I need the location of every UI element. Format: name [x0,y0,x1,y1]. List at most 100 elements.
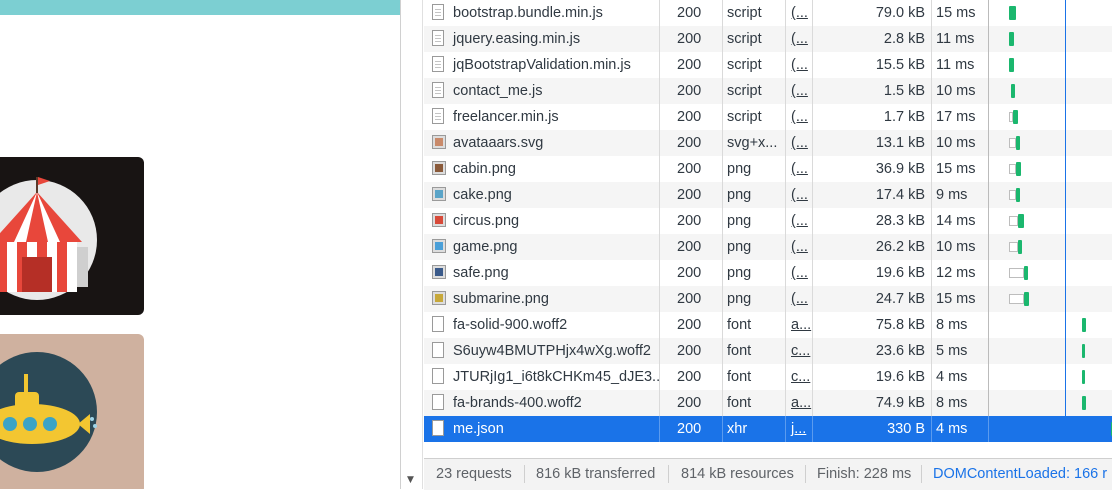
request-status-cell: 200 [660,286,723,312]
waterfall-waiting-bar [1009,242,1018,252]
request-row[interactable]: freelancer.min.js 200 script (... 1.7 kB 17 m… [424,104,1112,130]
waterfall-receive-bar [1016,136,1020,150]
request-name: cabin.png [453,161,516,177]
request-time-cell: 10 ms [932,130,989,156]
request-status-cell: 200 [660,182,723,208]
waterfall-waiting-bar [1009,294,1024,304]
request-size-cell: 23.6 kB [813,338,932,364]
request-initiator-cell: c... [786,338,813,364]
waterfall-domcontentloaded-line [1065,0,1066,442]
request-row[interactable]: cabin.png 200 png (... 36.9 kB 15 ms [424,156,1112,182]
request-time-cell: 11 ms [932,26,989,52]
summary-resources: 814 kB resources [681,466,794,482]
request-name: avataaars.svg [453,135,544,151]
request-time-cell: 12 ms [932,260,989,286]
summary-divider [668,465,669,483]
request-status-cell: 200 [660,312,723,338]
request-initiator-cell: (... [786,286,813,312]
waterfall-receive-bar [1009,6,1016,20]
request-row[interactable]: avataaars.svg 200 svg+x... (... 13.1 kB 10 ms [424,130,1112,156]
request-row[interactable]: JTURjIg1_i6t8kCHKm45_dJE3... 200 font c... 1… [424,364,1112,390]
request-size-cell: 1.7 kB [813,104,932,130]
cabin-image-icon [432,161,446,175]
vertical-scrollbar[interactable]: ▼ [401,0,423,489]
request-row[interactable]: jquery.easing.min.js 200 script (... 2.8 kB 1… [424,26,1112,52]
request-row[interactable]: fa-brands-400.woff2 200 font a... 74.9 kB 8 m… [424,390,1112,416]
request-row[interactable]: me.json 200 xhr j... 330 B4 ms [424,416,1112,442]
summary-finish: Finish: 228 ms [817,466,912,482]
request-status-cell: 200 [660,416,723,442]
request-time-cell: 9 ms [932,182,989,208]
request-waterfall-cell [989,234,1112,260]
request-name: cake.png [453,187,512,203]
waterfall-waiting-bar [1009,216,1018,226]
request-status-cell: 200 [660,0,723,26]
request-row[interactable]: contact_me.js 200 script (... 1.5 kB 10 ms [424,78,1112,104]
request-name-cell: cake.png [424,182,660,208]
circus-tent-image [0,177,97,300]
request-type-cell: script [723,0,786,26]
request-row[interactable]: safe.png 200 png (... 19.6 kB 12 ms [424,260,1112,286]
request-name-cell: me.json [424,416,660,442]
request-row[interactable]: game.png 200 png (... 26.2 kB 10 ms [424,234,1112,260]
request-type-cell: png [723,156,786,182]
request-type-cell: png [723,260,786,286]
request-type-cell: font [723,364,786,390]
request-status-cell: 200 [660,26,723,52]
request-size-cell: 330 B [813,416,932,442]
request-name-cell: contact_me.js [424,78,660,104]
request-time-cell: 15 ms [932,0,989,26]
request-status-cell: 200 [660,234,723,260]
request-row[interactable]: circus.png 200 png (... 28.3 kB 14 ms [424,208,1112,234]
request-waterfall-cell [989,364,1112,390]
request-initiator-cell: (... [786,26,813,52]
request-name-cell: submarine.png [424,286,660,312]
scroll-down-arrow-icon[interactable]: ▼ [407,475,414,485]
request-row[interactable]: jqBootstrapValidation.min.js 200 script (..… [424,52,1112,78]
request-name-cell: jquery.easing.min.js [424,26,660,52]
waterfall-receive-bar [1013,110,1018,124]
request-row[interactable]: bootstrap.bundle.min.js 200 script (... 79.0… [424,0,1112,26]
waterfall-receive-bar [1018,214,1024,228]
request-waterfall-cell [989,260,1112,286]
request-size-cell: 79.0 kB [813,0,932,26]
request-name-cell: avataaars.svg [424,130,660,156]
request-waterfall-cell [989,182,1112,208]
request-row[interactable]: cake.png 200 png (... 17.4 kB 9 ms [424,182,1112,208]
request-type-cell: script [723,26,786,52]
waterfall-waiting-bar [1009,268,1024,278]
request-row[interactable]: fa-solid-900.woff2 200 font a... 75.8 kB 8 ms [424,312,1112,338]
script-file-icon [432,82,444,98]
request-status-cell: 200 [660,208,723,234]
request-size-cell: 74.9 kB [813,390,932,416]
request-size-cell: 13.1 kB [813,130,932,156]
request-type-cell: png [723,182,786,208]
font-file-icon [432,342,444,358]
request-name: safe.png [453,265,509,281]
request-initiator-cell: (... [786,52,813,78]
request-name: contact_me.js [453,83,543,99]
request-row[interactable]: S6uyw4BMUTPHjx4wXg.woff2 200 font c... 23.6 … [424,338,1112,364]
request-time-cell: 15 ms [932,156,989,182]
request-name: JTURjIg1_i6t8kCHKm45_dJE3... [453,369,660,385]
request-row[interactable]: submarine.png 200 png (... 24.7 kB 15 ms [424,286,1112,312]
request-name-cell: cabin.png [424,156,660,182]
request-initiator-cell: j... [786,416,813,442]
network-summary-bar: 23 requests 816 kB transferred 814 kB re… [424,458,1112,490]
cake-image-icon [432,187,446,201]
request-name: bootstrap.bundle.min.js [453,5,603,21]
request-size-cell: 19.6 kB [813,364,932,390]
request-initiator-cell: (... [786,104,813,130]
request-initiator-cell: c... [786,364,813,390]
submarine-image-icon [432,291,446,305]
portfolio-item-submarine[interactable] [0,334,144,489]
waterfall-receive-bar [1082,396,1086,410]
request-status-cell: 200 [660,78,723,104]
portfolio-item-circus[interactable] [0,157,144,315]
request-waterfall-cell [989,104,1112,130]
request-name-cell: jqBootstrapValidation.min.js [424,52,660,78]
waterfall-receive-bar [1082,344,1085,358]
request-waterfall-cell [989,286,1112,312]
safe-image-icon [432,265,446,279]
request-name: fa-brands-400.woff2 [453,395,582,411]
